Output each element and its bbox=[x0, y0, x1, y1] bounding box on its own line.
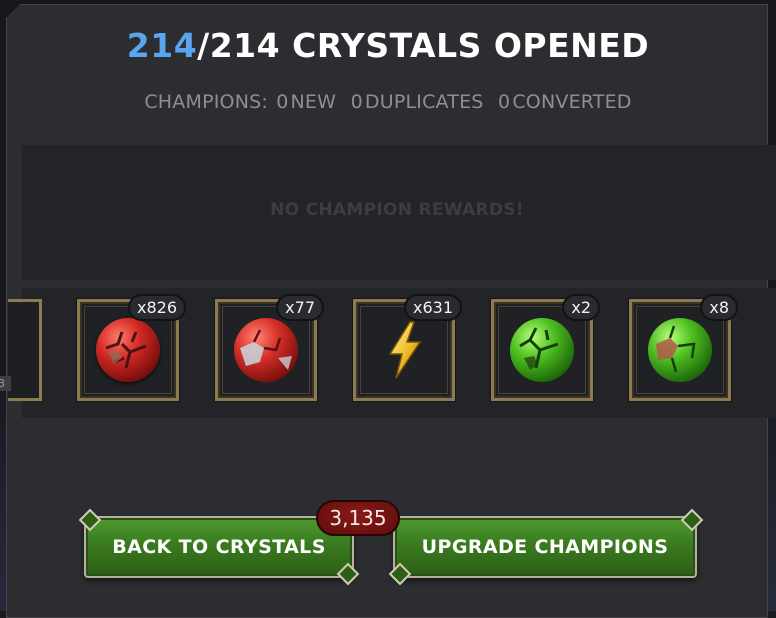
duplicates-label: DUPLICATES bbox=[364, 91, 484, 113]
back-button-label: BACK TO CRYSTALS bbox=[112, 536, 326, 558]
summary-prefix: CHAMPIONS: bbox=[144, 91, 268, 113]
back-to-crystals-button[interactable]: BACK TO CRYSTALS bbox=[84, 516, 354, 578]
opened-count: 214 bbox=[126, 26, 198, 65]
reward-slot[interactable]: x826 bbox=[77, 294, 186, 401]
champion-rewards-area: NO CHAMPION REWARDS! bbox=[22, 145, 776, 280]
converted-label: CONVERTED bbox=[512, 91, 632, 113]
converted-count: 0 bbox=[498, 91, 511, 113]
upgrade-count-badge: 3,135 bbox=[316, 500, 400, 536]
red-crystal-shard-icon bbox=[96, 318, 160, 382]
reward-quantity: x826 bbox=[127, 294, 186, 321]
champion-summary: CHAMPIONS: 0 NEW 0 DUPLICATES 0 CONVERTED bbox=[0, 91, 776, 113]
upgrade-champions-button[interactable]: UPGRADE CHAMPIONS bbox=[393, 516, 697, 578]
upgrade-button-label: UPGRADE CHAMPIONS bbox=[421, 536, 669, 558]
reward-quantity: x8 bbox=[700, 294, 738, 321]
green-crystal-shard-icon bbox=[510, 318, 574, 382]
reward-quantity: x2 bbox=[562, 294, 600, 321]
reward-slot[interactable]: x77 bbox=[215, 294, 324, 401]
new-label: NEW bbox=[290, 91, 337, 113]
reward-quantity: x631 bbox=[403, 294, 462, 321]
red-silver-crystal-shard-icon bbox=[234, 318, 298, 382]
new-count: 0 bbox=[276, 91, 289, 113]
reward-slot[interactable]: x8 bbox=[629, 294, 738, 401]
rewards-strip[interactable]: x826 x77 x631 x2 x8 bbox=[8, 288, 776, 418]
duplicates-count: 0 bbox=[350, 91, 363, 113]
reward-slot[interactable]: x631 bbox=[353, 294, 462, 401]
total-label: /214 CRYSTALS OPENED bbox=[197, 26, 650, 65]
reward-slot-partial[interactable] bbox=[8, 299, 42, 401]
energy-bolt-icon bbox=[388, 321, 422, 379]
reward-quantity: x77 bbox=[276, 294, 324, 321]
reward-slot[interactable]: x2 bbox=[491, 294, 600, 401]
empty-message: NO CHAMPION REWARDS! bbox=[270, 200, 524, 220]
page-title: 214/214 CRYSTALS OPENED bbox=[0, 26, 776, 65]
partial-reward-tag: 3 bbox=[0, 376, 11, 391]
green-red-crystal-shard-icon bbox=[648, 318, 712, 382]
